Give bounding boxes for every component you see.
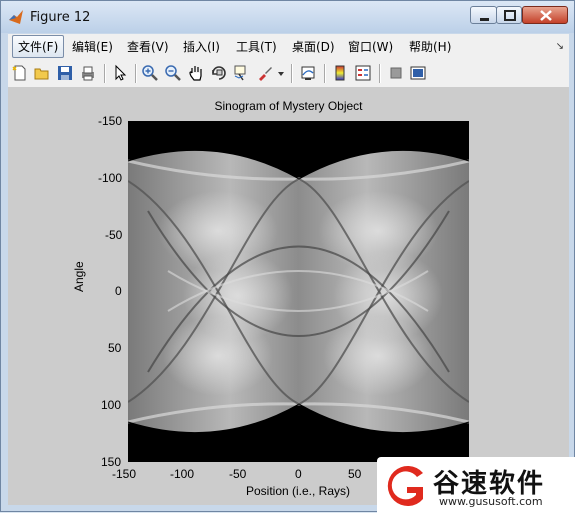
menu-help[interactable]: 帮助(H) [409, 38, 451, 55]
x-tick-label: 50 [348, 467, 362, 481]
zoom-in-icon[interactable] [141, 64, 159, 82]
title-bar[interactable]: Figure 12 [1, 1, 574, 33]
minimize-icon [480, 18, 489, 21]
axes-title: Sinogram of Mystery Object [214, 99, 363, 113]
menu-view[interactable]: 查看(V) [127, 38, 169, 55]
toolbar-separator [324, 64, 326, 83]
save-icon[interactable] [56, 64, 74, 82]
watermark-url: www.gususoft.com [439, 495, 543, 508]
figure-canvas: Sinogram of Mystery Object -150 -100 -50… [8, 87, 569, 505]
watermark-logo [387, 466, 423, 506]
minimize-button[interactable] [470, 6, 497, 24]
menu-tools[interactable]: 工具(T) [236, 38, 277, 55]
toolbar-separator [291, 64, 293, 83]
zoom-out-icon[interactable] [164, 64, 182, 82]
menu-edit[interactable]: 编辑(E) [72, 38, 113, 55]
brush-dropdown-icon[interactable] [276, 64, 286, 82]
new-file-icon[interactable] [11, 64, 29, 82]
toolbar-separator [379, 64, 381, 83]
toolbar-separator [135, 64, 137, 83]
close-button[interactable] [522, 6, 568, 24]
y-tick-label: 100 [101, 398, 122, 412]
y-tick-label: 0 [115, 284, 122, 298]
x-tick-label: -50 [229, 467, 247, 481]
pointer-icon[interactable] [111, 64, 129, 82]
menu-insert[interactable]: 插入(I) [183, 38, 220, 55]
maximize-button[interactable] [496, 6, 522, 24]
hide-plot-tools-icon[interactable] [387, 64, 405, 82]
watermark: 谷速软件 www.gususoft.com [377, 457, 575, 513]
matlab-logo-icon [9, 10, 23, 24]
window-title: Figure 12 [30, 10, 91, 25]
y-tick-label: -100 [98, 171, 123, 185]
menu-desktop[interactable]: 桌面(D) [292, 38, 335, 55]
x-tick-label: -150 [112, 467, 137, 481]
rotate-3d-icon[interactable] [210, 64, 228, 82]
maximize-icon [504, 10, 516, 21]
link-plot-icon[interactable] [299, 64, 317, 82]
menu-file[interactable]: 文件(F) [12, 35, 65, 58]
data-cursor-icon[interactable] [233, 64, 251, 82]
print-icon[interactable] [79, 64, 97, 82]
toolbar-separator [104, 64, 106, 83]
y-tick-label: -50 [105, 228, 123, 242]
colorbar-icon[interactable] [331, 64, 349, 82]
figure-window: Figure 12 文件(F) 编辑(E) 查看(V) 插入(I) 工具(T) … [0, 0, 575, 513]
sinogram-graphic [128, 121, 469, 462]
open-folder-icon[interactable] [33, 64, 51, 82]
figure-toolbar [8, 59, 569, 88]
x-tick-label: 0 [295, 467, 302, 481]
sinogram-image[interactable] [128, 121, 469, 462]
legend-icon[interactable] [354, 64, 372, 82]
y-tick-label: -150 [98, 114, 123, 128]
y-tick-label: 50 [108, 341, 122, 355]
menu-overflow-icon[interactable]: ↘ [556, 41, 564, 52]
brush-icon[interactable] [256, 64, 274, 82]
y-axis-label: Angle [72, 261, 86, 292]
pan-hand-icon[interactable] [187, 64, 205, 82]
x-tick-label: -100 [170, 467, 195, 481]
menu-window[interactable]: 窗口(W) [348, 38, 393, 55]
menu-bar: 文件(F) 编辑(E) 查看(V) 插入(I) 工具(T) 桌面(D) 窗口(W… [8, 34, 569, 59]
show-plot-tools-icon[interactable] [409, 64, 427, 82]
close-icon [540, 10, 552, 21]
